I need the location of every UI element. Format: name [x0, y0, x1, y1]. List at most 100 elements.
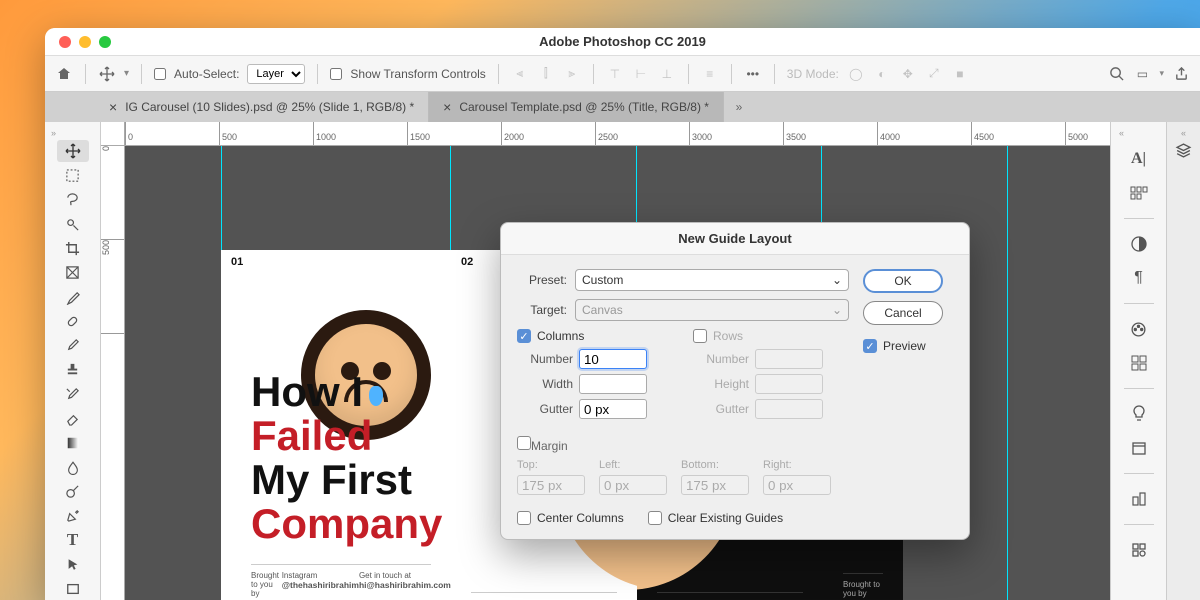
learn-panel-icon[interactable]: [1124, 401, 1154, 427]
3d-roll-icon[interactable]: ◐: [873, 65, 891, 83]
margin-bottom-input: [681, 475, 749, 495]
tab-overflow-icon[interactable]: »: [724, 92, 754, 122]
quick-select-tool[interactable]: [57, 213, 89, 235]
3d-pan-icon[interactable]: ✥: [899, 65, 917, 83]
align-right-icon[interactable]: ⫸: [563, 65, 581, 83]
center-columns-checkbox[interactable]: [517, 511, 531, 525]
ruler-origin[interactable]: [101, 122, 125, 146]
margin-checkbox[interactable]: [517, 436, 531, 450]
move-tool[interactable]: [57, 140, 89, 162]
rows-number-input: [755, 349, 823, 369]
history-brush-tool[interactable]: [57, 383, 89, 405]
character-panel-icon[interactable]: A|: [1124, 146, 1154, 172]
margin-right-label: Right:: [763, 459, 831, 471]
path-select-tool[interactable]: [57, 553, 89, 575]
brush-tool[interactable]: [57, 335, 89, 357]
titlebar: Adobe Photoshop CC 2019: [45, 28, 1200, 56]
slide-footer: Get in touch athi@hashiribrahim.com: [657, 592, 803, 600]
auto-select-dropdown[interactable]: Layer: [247, 64, 305, 84]
chevron-down-icon: ⌄: [832, 273, 842, 287]
search-icon[interactable]: [1107, 65, 1125, 83]
preview-checkbox[interactable]: ✓: [863, 339, 877, 353]
columns-number-input[interactable]: [579, 349, 647, 369]
guide[interactable]: [1007, 146, 1008, 600]
distribute-icon[interactable]: ≡: [701, 65, 719, 83]
layers-panel-icon[interactable]: [1175, 142, 1192, 159]
margin-right-input: [763, 475, 831, 495]
columns-width-input[interactable]: [579, 374, 647, 394]
channels-panel-icon[interactable]: [1124, 537, 1154, 563]
tab-label: IG Carousel (10 Slides).psd @ 25% (Slide…: [125, 100, 414, 114]
healing-tool[interactable]: [57, 310, 89, 332]
options-bar: ▾ Auto-Select: Layer Show Transform Cont…: [45, 56, 1200, 92]
paragraph-panel-icon[interactable]: ¶: [1124, 265, 1154, 291]
align-top-icon[interactable]: ⊤: [606, 65, 624, 83]
tab-ig-carousel[interactable]: × IG Carousel (10 Slides).psd @ 25% (Slid…: [95, 92, 429, 122]
libraries-panel-icon[interactable]: [1124, 435, 1154, 461]
adjustments-panel-icon[interactable]: [1124, 231, 1154, 257]
auto-select-checkbox[interactable]: [154, 68, 166, 80]
close-icon[interactable]: ×: [109, 99, 117, 115]
margin-left-input: [599, 475, 667, 495]
eyedropper-tool[interactable]: [57, 286, 89, 308]
columns-number-label: Number: [517, 352, 573, 366]
gradient-tool[interactable]: [57, 432, 89, 454]
margin-top-input: [517, 475, 585, 495]
right-panels: « A| ¶: [1110, 122, 1166, 600]
crop-tool[interactable]: [57, 237, 89, 259]
home-icon[interactable]: [55, 65, 73, 83]
align-bottom-icon[interactable]: ⊥: [658, 65, 676, 83]
type-tool[interactable]: T: [57, 529, 89, 551]
ruler-vertical[interactable]: 0500: [101, 146, 125, 600]
glyphs-panel-icon[interactable]: [1124, 180, 1154, 206]
dodge-tool[interactable]: [57, 480, 89, 502]
frame-tool[interactable]: [57, 262, 89, 284]
document-tabs: × IG Carousel (10 Slides).psd @ 25% (Slid…: [45, 92, 1200, 122]
stamp-tool[interactable]: [57, 359, 89, 381]
ruler-horizontal[interactable]: 0500100015002000250030003500400045005000…: [125, 122, 1110, 146]
right-panels-tabs: «: [1166, 122, 1200, 600]
properties-panel-icon[interactable]: [1124, 486, 1154, 512]
slide-footer: Brought to you byHashir Ibrahim: [471, 592, 617, 600]
rows-checkbox[interactable]: [693, 329, 707, 343]
align-left-icon[interactable]: ⫷: [511, 65, 529, 83]
show-transform-label: Show Transform Controls: [350, 67, 485, 81]
preview-label: Preview: [883, 339, 926, 353]
slide-title: How IFailedMy FirstCompany: [251, 370, 442, 546]
rectangle-tool[interactable]: [57, 578, 89, 600]
clear-guides-checkbox[interactable]: [648, 511, 662, 525]
target-dropdown: Canvas⌄: [575, 299, 849, 321]
close-icon[interactable]: ×: [443, 99, 451, 115]
columns-gutter-input[interactable]: [579, 399, 647, 419]
move-tool-icon[interactable]: [98, 65, 116, 83]
share-icon[interactable]: [1172, 65, 1190, 83]
show-transform-checkbox[interactable]: [330, 68, 342, 80]
pen-tool[interactable]: [57, 505, 89, 527]
preset-dropdown[interactable]: Custom⌄: [575, 269, 849, 291]
blur-tool[interactable]: [57, 456, 89, 478]
chevron-down-icon: ⌄: [832, 303, 842, 317]
eraser-tool[interactable]: [57, 407, 89, 429]
more-icon[interactable]: •••: [744, 65, 762, 83]
columns-checkbox[interactable]: ✓: [517, 329, 531, 343]
workspace-icon[interactable]: ▭: [1133, 65, 1151, 83]
3d-slide-icon[interactable]: ⤢: [925, 65, 943, 83]
color-panel-icon[interactable]: [1124, 316, 1154, 342]
tab-carousel-template[interactable]: ×Carousel Template.psd @ 25% (Title, RGB…: [429, 92, 724, 122]
target-label: Target:: [517, 303, 567, 317]
new-guide-layout-dialog: New Guide Layout Preset: Custom⌄ Target:…: [500, 222, 970, 540]
3d-orbit-icon[interactable]: ◯: [847, 65, 865, 83]
lasso-tool[interactable]: [57, 189, 89, 211]
ok-button[interactable]: OK: [863, 269, 943, 293]
align-middle-icon[interactable]: ⊢: [632, 65, 650, 83]
cancel-button[interactable]: Cancel: [863, 301, 943, 325]
margin-top-label: Top:: [517, 459, 585, 471]
3d-camera-icon[interactable]: ■: [951, 65, 969, 83]
marquee-tool[interactable]: [57, 164, 89, 186]
margin-left-label: Left:: [599, 459, 667, 471]
margin-label: Margin: [531, 439, 568, 453]
window-title: Adobe Photoshop CC 2019: [45, 34, 1200, 49]
align-center-h-icon[interactable]: ⫿: [537, 65, 555, 83]
rows-number-label: Number: [693, 352, 749, 366]
swatches-panel-icon[interactable]: [1124, 350, 1154, 376]
